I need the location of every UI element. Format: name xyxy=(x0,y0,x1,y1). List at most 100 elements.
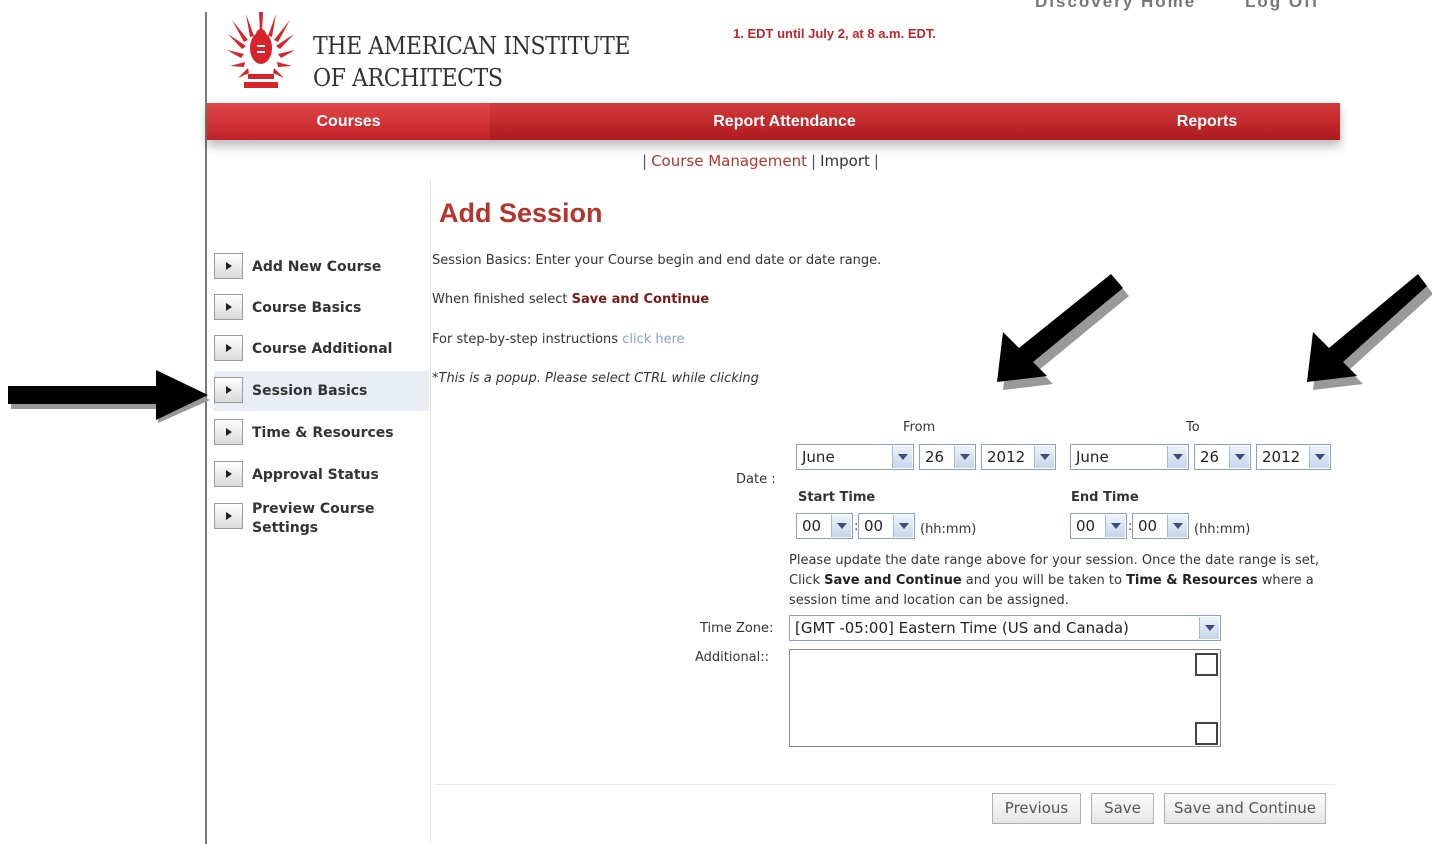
nav-report-attendance[interactable]: Report Attendance xyxy=(637,103,932,140)
from-label: From xyxy=(903,420,936,435)
subnav-course-management[interactable]: Course Management xyxy=(651,152,807,170)
end-minute-select[interactable]: 00 xyxy=(1132,513,1189,539)
main-nav-bar: Courses Report Attendance Reports xyxy=(207,103,1340,140)
finished-action: Save and Continue xyxy=(571,292,710,307)
from-month-select[interactable]: June xyxy=(796,444,914,470)
chevron-down-icon[interactable] xyxy=(893,515,913,537)
maintenance-notice: 1. EDT until July 2, at 8 a.m. EDT. xyxy=(733,26,936,41)
sidebar-item-label: Session Basics xyxy=(252,383,368,399)
previous-button[interactable]: Previous xyxy=(992,793,1081,824)
nav-courses[interactable]: Courses xyxy=(207,103,490,140)
nav-reports[interactable]: Reports xyxy=(1137,103,1277,140)
instructions-prefix: For step-by-step instructions xyxy=(432,332,623,347)
sidebar-item-time-resources[interactable]: Time & Resources xyxy=(214,413,429,453)
popup-note: *This is a popup. Please select CTRL whi… xyxy=(432,371,759,386)
sidebar-item-session-basics[interactable]: Session Basics xyxy=(214,371,429,411)
start-hour-value: 00 xyxy=(802,517,822,535)
start-time-label: Start Time xyxy=(798,490,876,505)
annotation-arrow-right-icon xyxy=(8,370,210,423)
sidebar-item-course-basics[interactable]: Course Basics xyxy=(214,288,429,328)
sub-nav: | Course Management | Import | xyxy=(638,152,883,170)
play-arrow-icon[interactable] xyxy=(214,461,243,487)
to-month-select[interactable]: June xyxy=(1070,444,1189,470)
log-off-link[interactable]: Log Off xyxy=(1245,0,1319,13)
date-range-note: Please update the date range above for y… xyxy=(789,551,1349,611)
sidebar-item-preview-course-settings[interactable]: Preview Course Settings xyxy=(214,497,429,541)
from-year-value: 2012 xyxy=(987,448,1026,466)
end-time-label: End Time xyxy=(1071,490,1139,505)
from-year-select[interactable]: 2012 xyxy=(981,444,1056,470)
page-title: Add Session xyxy=(439,198,603,228)
aia-eagle-logo xyxy=(227,12,295,88)
to-year-select[interactable]: 2012 xyxy=(1256,444,1331,470)
to-day-value: 26 xyxy=(1200,448,1220,466)
additional-label: Additional:: xyxy=(695,650,770,665)
note-bold-save-continue: Save and Continue xyxy=(824,573,962,588)
end-hour-select[interactable]: 00 xyxy=(1070,513,1127,539)
chevron-down-icon[interactable] xyxy=(1105,515,1125,537)
sidebar-item-course-additional[interactable]: Course Additional xyxy=(214,329,429,369)
intro-text: Session Basics: Enter your Course begin … xyxy=(432,253,882,268)
time-zone-select[interactable]: [GMT -05:00] Eastern Time (US and Canada… xyxy=(789,615,1221,641)
play-arrow-icon[interactable] xyxy=(214,253,243,279)
annotation-arrow-down-left-icon xyxy=(1307,274,1432,390)
form-divider xyxy=(435,784,1335,785)
subnav-separator: | xyxy=(811,152,817,170)
chevron-down-icon[interactable] xyxy=(1034,446,1054,468)
chevron-down-icon[interactable] xyxy=(1167,515,1187,537)
chevron-down-icon[interactable] xyxy=(831,515,851,537)
start-minute-value: 00 xyxy=(864,517,884,535)
from-day-value: 26 xyxy=(925,448,945,466)
to-label: To xyxy=(1186,420,1200,435)
note-part-2: and you will be taken to xyxy=(961,573,1127,588)
time-zone-value: [GMT -05:00] Eastern Time (US and Canada… xyxy=(795,619,1129,637)
finished-prefix: When finished select xyxy=(432,292,572,307)
note-bold-time-resources: Time & Resources xyxy=(1126,573,1258,588)
end-hour-value: 00 xyxy=(1076,517,1096,535)
organization-name: THE AMERICAN INSTITUTE OF ARCHITECTS xyxy=(313,30,630,94)
chevron-down-icon[interactable] xyxy=(1309,446,1329,468)
sidebar-divider xyxy=(430,180,431,844)
play-arrow-icon[interactable] xyxy=(214,335,243,361)
subnav-separator: | xyxy=(642,152,648,170)
end-time-format-hint: (hh:mm) xyxy=(1194,522,1251,537)
to-month-value: June xyxy=(1076,448,1109,466)
org-name-line-1: THE AMERICAN INSTITUTE xyxy=(313,32,630,60)
chevron-down-icon[interactable] xyxy=(892,446,912,468)
click-here-link[interactable]: click here xyxy=(622,332,684,347)
chevron-down-icon[interactable] xyxy=(954,446,974,468)
discovery-home-link[interactable]: Discovery Home xyxy=(1035,0,1196,13)
sidebar-item-label: Preview Course Settings xyxy=(252,501,375,536)
from-month-value: June xyxy=(802,448,835,466)
to-day-select[interactable]: 26 xyxy=(1194,444,1251,470)
save-button[interactable]: Save xyxy=(1091,793,1154,824)
save-and-continue-button[interactable]: Save and Continue xyxy=(1164,793,1326,824)
sidebar-item-add-new-course[interactable]: Add New Course xyxy=(214,247,429,287)
from-day-select[interactable]: 26 xyxy=(919,444,976,470)
to-year-value: 2012 xyxy=(1262,448,1301,466)
scroll-up-box[interactable] xyxy=(1195,653,1218,676)
sidebar-item-label: Add New Course xyxy=(252,259,382,275)
start-hour-select[interactable]: 00 xyxy=(796,513,853,539)
date-label: Date : xyxy=(736,472,776,487)
additional-textarea[interactable] xyxy=(789,649,1221,747)
play-arrow-icon[interactable] xyxy=(214,377,243,403)
chevron-down-icon[interactable] xyxy=(1199,617,1219,639)
chevron-down-icon[interactable] xyxy=(1167,446,1187,468)
sidebar-item-approval-status[interactable]: Approval Status xyxy=(214,455,429,495)
start-minute-select[interactable]: 00 xyxy=(858,513,915,539)
finished-instruction: When finished select Save and Continue xyxy=(432,292,709,307)
instructions-line: For step-by-step instructions click here xyxy=(432,332,685,347)
sidebar-item-label: Course Additional xyxy=(252,341,393,357)
subnav-separator: | xyxy=(873,152,879,170)
scroll-down-box[interactable] xyxy=(1195,722,1218,745)
chevron-down-icon[interactable] xyxy=(1229,446,1249,468)
play-arrow-icon[interactable] xyxy=(214,294,243,320)
subnav-import[interactable]: Import xyxy=(820,152,870,170)
sidebar-item-label: Course Basics xyxy=(252,300,362,316)
time-zone-label: Time Zone: xyxy=(700,621,774,636)
org-name-line-2: OF ARCHITECTS xyxy=(313,64,503,92)
play-arrow-icon[interactable] xyxy=(214,419,243,445)
play-arrow-icon[interactable] xyxy=(214,503,243,529)
sidebar-item-label: Time & Resources xyxy=(252,425,394,441)
